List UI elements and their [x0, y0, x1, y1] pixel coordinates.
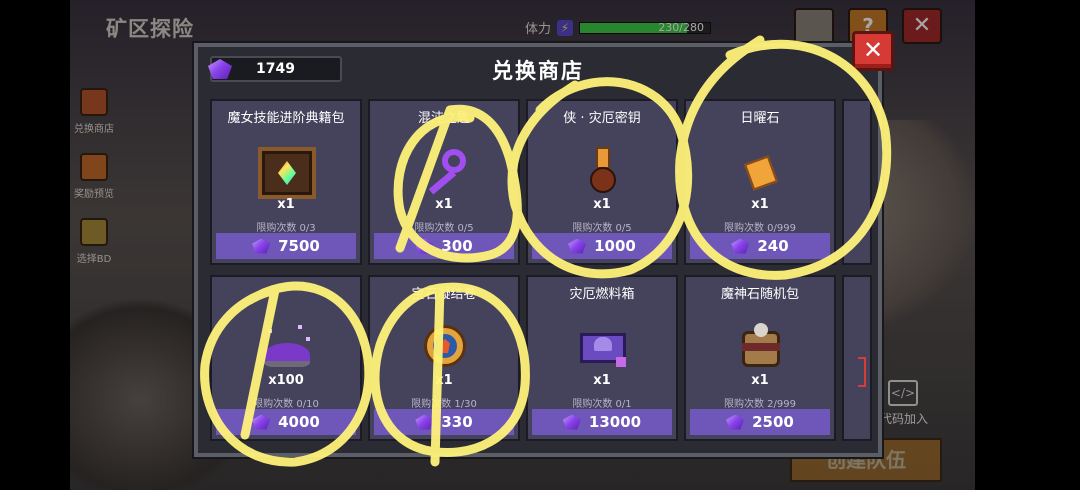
item-name: 魔女技能进阶典籍包 — [227, 111, 345, 126]
purchase-limit: 限购次数 1/30 — [411, 399, 477, 410]
item-quantity: x1 — [277, 197, 295, 212]
purchase-limit: 限购次数 0/5 — [572, 223, 632, 234]
purchase-limit: 限购次数 0/3 — [256, 223, 316, 234]
purchase-limit: 限购次数 0/5 — [414, 223, 474, 234]
purple-key-icon — [416, 147, 474, 199]
shop-item-card[interactable]: 侠 · 灾厄密钥 x1 限购次数 0/5 1000 — [526, 99, 678, 265]
calamity-key-icon — [574, 147, 632, 199]
item-name: 日曜石 — [740, 111, 780, 126]
purchase-limit: 限购次数 0/10 — [253, 399, 319, 410]
item-name: 灾厄燃料箱 — [569, 287, 635, 302]
item-quantity: x100 — [268, 373, 304, 388]
price-value: 1000 — [594, 237, 636, 255]
red-marker — [858, 357, 866, 387]
item-quantity: x1 — [593, 373, 611, 388]
item-quantity: x1 — [435, 197, 453, 212]
price-value: 240 — [757, 237, 789, 255]
price-value: 330 — [441, 413, 473, 431]
item-quantity: x1 — [593, 197, 611, 212]
shop-item-card[interactable]: 魔神石随机包 x1 限购次数 2/999 2500 — [684, 275, 836, 441]
shop-item-card[interactable]: 宝石凝结卷 x1 限购次数 1/30 330 — [368, 275, 520, 441]
shop-item-card-partial[interactable] — [842, 275, 872, 441]
shop-item-card[interactable]: 魔女技能进阶典籍包 x1 限购次数 0/3 7500 — [210, 99, 362, 265]
item-quantity: x1 — [751, 197, 769, 212]
item-quantity: x1 — [751, 373, 769, 388]
demon-stone-bag-icon — [732, 323, 790, 375]
price-value: 13000 — [588, 413, 642, 431]
spellbook-icon — [258, 147, 316, 199]
purchase-limit: 限购次数 0/1 — [572, 399, 632, 410]
gem-icon — [568, 238, 587, 254]
shop-item-card[interactable]: 日曜石 x1 限购次数 0/999 240 — [684, 99, 836, 265]
price-button[interactable]: 330 — [374, 409, 514, 435]
gem-icon — [726, 414, 745, 430]
item-name: 宝石凝结卷 — [411, 287, 477, 302]
price-button[interactable]: 300 — [374, 233, 514, 259]
gem-icon — [415, 414, 434, 430]
price-value: 300 — [441, 237, 473, 255]
item-name: 魔神石随机包 — [720, 287, 799, 302]
item-name: 侠 · 灾厄密钥 — [563, 111, 641, 126]
purchase-limit: 限购次数 0/999 — [724, 223, 796, 234]
price-value: 2500 — [752, 413, 794, 431]
gem-icon — [731, 238, 750, 254]
price-button[interactable]: 7500 — [216, 233, 356, 259]
shop-item-card[interactable]: x100 限购次数 0/10 4000 — [210, 275, 362, 441]
gem-icon — [252, 238, 271, 254]
shop-item-card-partial[interactable] — [842, 99, 872, 265]
shop-close-button[interactable]: ✕ — [852, 31, 894, 71]
shop-title: 兑换商店 — [492, 59, 584, 83]
price-button[interactable]: 1000 — [532, 233, 672, 259]
shop-item-grid: 魔女技能进阶典籍包 x1 限购次数 0/3 7500 混沌之匙 x1 限购次数 … — [210, 99, 890, 449]
item-quantity: x1 — [435, 373, 453, 388]
shop-item-card[interactable]: 混沌之匙 x1 限购次数 0/5 300 — [368, 99, 520, 265]
exchange-shop-panel: 1749 兑换商店 魔女技能进阶典籍包 x1 限购次数 0/3 7500 混沌之… — [194, 43, 882, 457]
fuel-chest-icon — [574, 323, 632, 375]
price-button[interactable]: 2500 — [690, 409, 830, 435]
price-value: 7500 — [278, 237, 320, 255]
price-button[interactable]: 240 — [690, 233, 830, 259]
shop-header: 1749 兑换商店 — [198, 47, 878, 93]
gem-icon — [562, 414, 581, 430]
gem-icon — [415, 238, 434, 254]
item-name: 混沌之匙 — [417, 111, 470, 126]
gem-medal-icon — [416, 323, 474, 375]
sunstone-icon — [732, 147, 790, 199]
price-button[interactable]: 13000 — [532, 409, 672, 435]
purple-dust-icon — [258, 323, 316, 375]
price-value: 4000 — [278, 413, 320, 431]
price-button[interactable]: 4000 — [216, 409, 356, 435]
gem-icon — [252, 414, 271, 430]
shop-item-card[interactable]: 灾厄燃料箱 x1 限购次数 0/1 13000 — [526, 275, 678, 441]
purchase-limit: 限购次数 2/999 — [724, 399, 796, 410]
